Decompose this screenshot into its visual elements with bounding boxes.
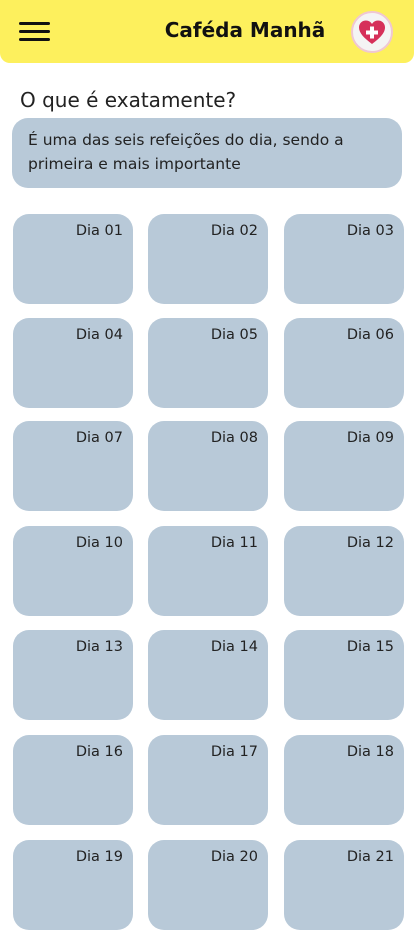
day-card-label: Dia 06 — [346, 327, 394, 343]
hamburger-menu-icon[interactable] — [19, 20, 50, 44]
day-card-label: Dia 02 — [210, 223, 258, 239]
day-card[interactable]: Dia 11 — [148, 526, 268, 616]
question-heading: O que é exatamente? — [20, 88, 237, 112]
app-header: Caféda Manhã — [0, 0, 414, 63]
day-card-label: Dia 19 — [75, 849, 123, 865]
day-card[interactable]: Dia 21 — [284, 840, 404, 930]
app-title: Caféda Manhã — [164, 18, 326, 42]
day-card[interactable]: Dia 03 — [284, 214, 404, 304]
day-card[interactable]: Dia 05 — [148, 318, 268, 408]
day-card-label: Dia 12 — [346, 535, 394, 551]
answer-card: É uma das seis refeições do dia, sendo a… — [12, 118, 402, 188]
day-card[interactable]: Dia 20 — [148, 840, 268, 930]
day-card-label: Dia 14 — [210, 639, 258, 655]
menu-line — [19, 22, 50, 25]
day-card-label: Dia 11 — [210, 535, 258, 551]
day-card[interactable]: Dia 15 — [284, 630, 404, 720]
day-card-label: Dia 13 — [75, 639, 123, 655]
day-card[interactable]: Dia 02 — [148, 214, 268, 304]
day-card[interactable]: Dia 10 — [13, 526, 133, 616]
day-card-label: Dia 04 — [75, 327, 123, 343]
day-card[interactable]: Dia 12 — [284, 526, 404, 616]
day-card-label: Dia 03 — [346, 223, 394, 239]
day-card[interactable]: Dia 09 — [284, 421, 404, 511]
day-card-label: Dia 15 — [346, 639, 394, 655]
day-card-label: Dia 21 — [346, 849, 394, 865]
day-card[interactable]: Dia 13 — [13, 630, 133, 720]
answer-text: É uma das seis refeições do dia, sendo a… — [28, 131, 344, 173]
day-card[interactable]: Dia 08 — [148, 421, 268, 511]
menu-line — [19, 30, 50, 33]
day-card-label: Dia 08 — [210, 430, 258, 446]
day-card-label: Dia 18 — [346, 744, 394, 760]
day-card-label: Dia 20 — [210, 849, 258, 865]
day-card[interactable]: Dia 19 — [13, 840, 133, 930]
day-card-label: Dia 07 — [75, 430, 123, 446]
day-card[interactable]: Dia 06 — [284, 318, 404, 408]
day-card-label: Dia 16 — [75, 744, 123, 760]
day-card-label: Dia 17 — [210, 744, 258, 760]
day-card-label: Dia 01 — [75, 223, 123, 239]
menu-line — [19, 38, 50, 41]
day-card[interactable]: Dia 01 — [13, 214, 133, 304]
health-badge-button[interactable] — [351, 11, 393, 53]
day-card[interactable]: Dia 14 — [148, 630, 268, 720]
day-card-label: Dia 09 — [346, 430, 394, 446]
day-card[interactable]: Dia 04 — [13, 318, 133, 408]
heart-plus-icon — [359, 20, 385, 44]
day-card[interactable]: Dia 07 — [13, 421, 133, 511]
day-card-label: Dia 05 — [210, 327, 258, 343]
day-card[interactable]: Dia 16 — [13, 735, 133, 825]
day-card[interactable]: Dia 18 — [284, 735, 404, 825]
day-card[interactable]: Dia 17 — [148, 735, 268, 825]
day-card-label: Dia 10 — [75, 535, 123, 551]
